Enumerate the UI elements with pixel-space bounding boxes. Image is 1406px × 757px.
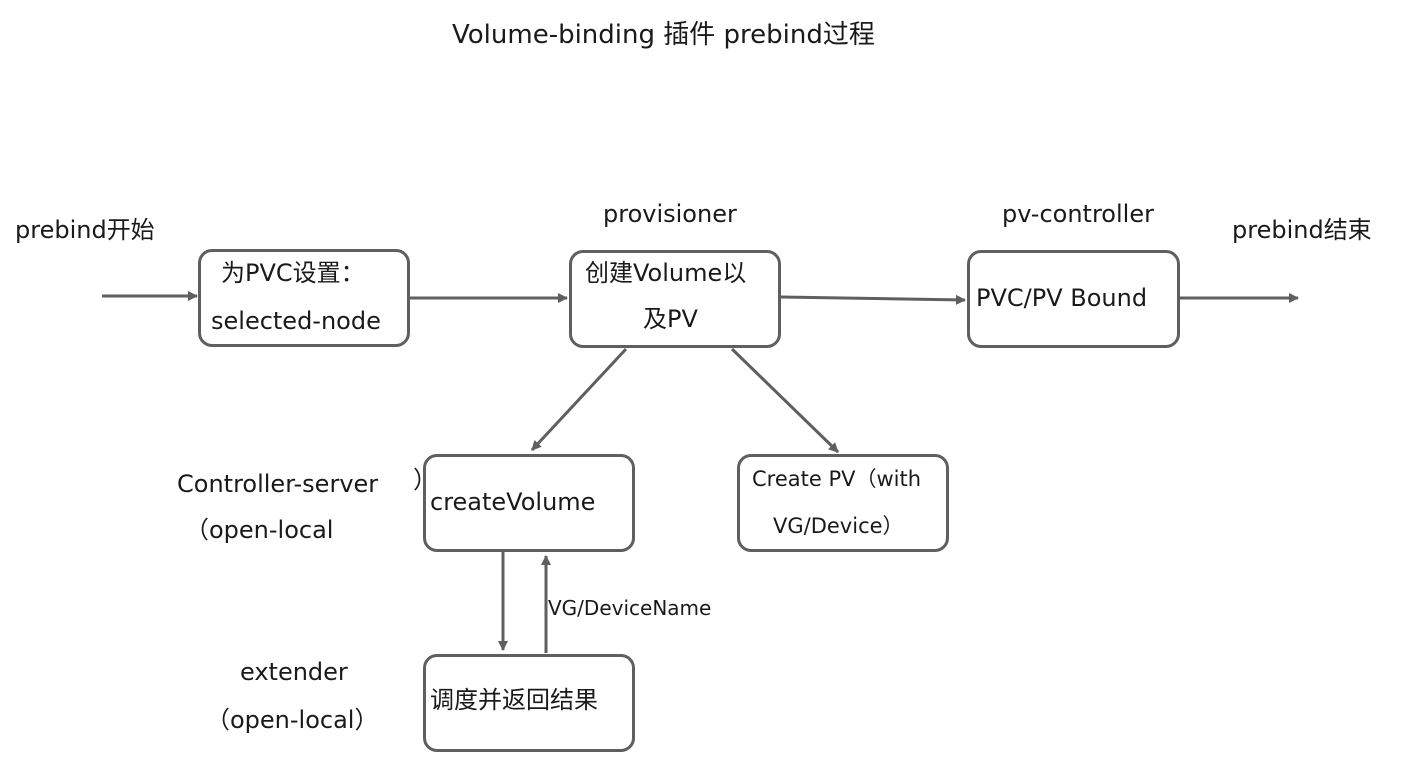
set-pvc-node-line1: 为PVC设置： [221, 259, 365, 287]
extender-lane-sublabel: （open-local） [206, 706, 379, 734]
bound-node-line1: PVC/PV Bound [976, 284, 1148, 312]
create-pv-node-line2: VG/Device） [773, 514, 904, 538]
start-label: prebind开始 [15, 216, 155, 244]
return-value-edge-label: VG/DeviceName [548, 596, 712, 620]
create-pv-node-line1: Create PV（with [752, 467, 922, 491]
edge-create-volume-pv-to-create-volume [530, 347, 628, 452]
diagram-canvas: Volume-binding 插件 prebind过程 prebind开始 pr… [0, 0, 1406, 757]
edge-create-volume-pv-to-bound [780, 294, 966, 305]
diagram-title: Volume-binding 插件 prebind过程 [452, 20, 875, 50]
create-volume-node-line1: createVolume [430, 488, 596, 516]
diagram-edges [102, 291, 1299, 653]
controller-server-lane-label: Controller-server [177, 470, 379, 498]
schedule-node-line1: 调度并返回结果 [430, 686, 598, 714]
create-volume-pv-node-line2: 及PV [643, 305, 698, 333]
provisioner-lane-label: provisioner [603, 200, 737, 228]
extender-lane-label: extender [240, 658, 348, 686]
end-label: prebind结束 [1232, 216, 1372, 244]
pv-controller-lane-label: pv-controller [1002, 200, 1154, 228]
edge-create-volume-pv-to-create-pv [730, 347, 840, 454]
create-volume-pv-node-line1: 创建Volume以 [585, 259, 747, 287]
controller-server-lane-sublabel: （open-local [185, 516, 334, 544]
set-pvc-node-line2: selected-node [211, 307, 381, 335]
